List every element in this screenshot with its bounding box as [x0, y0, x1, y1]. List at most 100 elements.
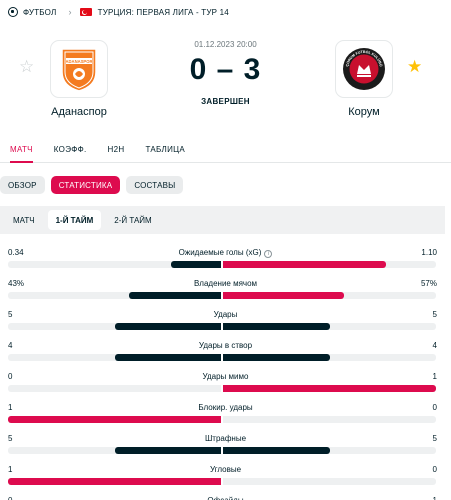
- match-score: 0 – 3: [189, 53, 262, 86]
- stat-labels: 5 Удары 5: [0, 310, 451, 319]
- stat-bar-home-fill: [114, 447, 221, 454]
- adanaspor-logo-icon: ADANASPOR: [61, 48, 97, 92]
- stat-name: Блокир. удары: [198, 403, 253, 412]
- stat-bar-away-track: [223, 292, 436, 299]
- subtab-overview[interactable]: ОБЗОР: [0, 176, 45, 194]
- stat-labels: 0.34 Ожидаемые голы (xG) i 1.10: [0, 248, 451, 258]
- home-team-logo[interactable]: ADANASPOR: [50, 40, 108, 98]
- stat-bar-away-track: [223, 385, 436, 392]
- subtab-lineups[interactable]: СОСТАВЫ: [126, 176, 184, 194]
- stat-row: 4 Удары в створ 4: [0, 337, 451, 368]
- chevron-right-icon: ›: [68, 7, 72, 17]
- period-first-half[interactable]: 1-Й ТАЙМ: [47, 210, 102, 230]
- stat-name: Ожидаемые голы (xG): [178, 248, 262, 257]
- stat-bar-home-fill: [129, 292, 221, 299]
- stat-labels: 4 Удары в створ 4: [0, 341, 451, 350]
- stat-labels: 43% Владение мячом 57%: [0, 279, 451, 288]
- corum-logo-icon: ÇORUM FUTBOL KULÜBÜ: [343, 48, 385, 90]
- stat-labels: 0 Удары мимо 1: [0, 372, 451, 381]
- home-team[interactable]: ADANASPOR Аданаспор: [34, 40, 124, 118]
- match-date: 01.12.2023 20:00: [194, 40, 257, 49]
- stat-name: Удары: [213, 310, 238, 319]
- stat-name-wrap: Блокир. удары: [0, 403, 451, 412]
- stat-bar-away-fill: [223, 447, 330, 454]
- soccer-ball-icon: [8, 7, 18, 17]
- away-team-name[interactable]: Корум: [319, 106, 409, 118]
- stat-labels: 1 Блокир. удары 0: [0, 403, 451, 412]
- stat-name-wrap: Удары: [0, 310, 451, 319]
- stat-bar-home-fill: [114, 354, 221, 361]
- stat-bar-home-track: [8, 292, 221, 299]
- stat-bar-home-track: [8, 354, 221, 361]
- stat-bar-home-track: [8, 416, 221, 423]
- home-team-name[interactable]: Аданаспор: [34, 106, 124, 118]
- subtab-statistics[interactable]: СТАТИСТИКА: [50, 176, 121, 194]
- period-match[interactable]: МАТЧ: [5, 210, 43, 230]
- stat-row: 1 Угловые 0: [0, 461, 451, 492]
- stat-bar-away-track: [223, 478, 436, 485]
- breadcrumb-competition[interactable]: ТУРЦИЯ: ПЕРВАЯ ЛИГА - ТУР 14: [98, 8, 229, 17]
- stat-name: Офсайды: [207, 496, 243, 500]
- stat-bar-away-fill: [223, 323, 330, 330]
- stat-bar-away-track: [223, 416, 436, 423]
- match-status: ЗАВЕРШЕН: [201, 97, 250, 106]
- stat-bar-home-track: [8, 478, 221, 485]
- stat-name: Владение мячом: [193, 279, 258, 288]
- stat-bar-away-fill: [223, 354, 330, 361]
- breadcrumb-sport[interactable]: ФУТБОЛ: [23, 8, 56, 17]
- stat-bar-away-fill: [223, 292, 345, 299]
- stat-name-wrap: Офсайды: [0, 496, 451, 500]
- favorite-star-icon-away[interactable]: ★: [407, 58, 422, 75]
- stat-name-wrap: Штрафные: [0, 434, 451, 443]
- stat-row: 5 Удары 5: [0, 306, 451, 337]
- favorite-star-icon-home[interactable]: ☆: [19, 58, 34, 75]
- turkey-flag-icon: [79, 8, 92, 16]
- match-header: ☆ ADANASPOR Аданаспор 01.12.2023 20:00 0…: [0, 34, 451, 122]
- stat-bar-home-track: [8, 447, 221, 454]
- tab-h2h[interactable]: H2H: [108, 136, 125, 162]
- stat-name-wrap: Ожидаемые голы (xG) i: [0, 248, 451, 258]
- stat-bar-home-fill: [170, 261, 221, 268]
- stat-name: Угловые: [209, 465, 242, 474]
- stat-row: 43% Владение мячом 57%: [0, 275, 451, 306]
- period-second-half[interactable]: 2-Й ТАЙМ: [106, 210, 159, 230]
- stat-bar-away-fill: [223, 385, 436, 392]
- stat-name-wrap: Угловые: [0, 465, 451, 474]
- stat-name-wrap: Удары в створ: [0, 341, 451, 350]
- away-team[interactable]: ÇORUM FUTBOL KULÜBÜ Корум: [319, 40, 409, 118]
- away-team-logo[interactable]: ÇORUM FUTBOL KULÜBÜ: [335, 40, 393, 98]
- stat-row: 0Офсайды1: [0, 492, 451, 500]
- stat-row: 5 Штрафные 5: [0, 430, 451, 461]
- stat-row: 0 Удары мимо 1: [0, 368, 451, 399]
- stat-name: Штрафные: [204, 434, 247, 443]
- tab-match[interactable]: МАТЧ: [10, 136, 33, 163]
- score-block: 01.12.2023 20:00 0 – 3 ЗАВЕРШЕН: [160, 40, 291, 106]
- stat-name: Удары в створ: [198, 341, 253, 350]
- tab-table[interactable]: ТАБЛИЦА: [145, 136, 185, 162]
- stat-bar-home-track: [8, 323, 221, 330]
- stat-bar-away-track: [223, 323, 436, 330]
- stat-row: 1 Блокир. удары 0: [0, 399, 451, 430]
- stat-bar-away-track: [223, 447, 436, 454]
- period-selector: МАТЧ 1-Й ТАЙМ 2-Й ТАЙМ: [0, 206, 445, 234]
- match-tabs: МАТЧ КОЭФФ. H2H ТАБЛИЦА: [0, 136, 451, 163]
- stat-labels: 0Офсайды1: [0, 496, 451, 500]
- stat-bar-home-track: [8, 261, 221, 268]
- stat-row: 0.34 Ожидаемые голы (xG) i 1.10: [0, 244, 451, 275]
- stat-bar-away-track: [223, 261, 436, 268]
- breadcrumb: ФУТБОЛ › ТУРЦИЯ: ПЕРВАЯ ЛИГА - ТУР 14: [0, 0, 451, 24]
- stat-labels: 5 Штрафные 5: [0, 434, 451, 443]
- stat-bar-away-fill: [223, 261, 386, 268]
- stat-labels: 1 Угловые 0: [0, 465, 451, 474]
- stat-name-wrap: Владение мячом: [0, 279, 451, 288]
- stat-name: Удары мимо: [202, 372, 249, 381]
- stat-bar-away-track: [223, 354, 436, 361]
- tab-odds[interactable]: КОЭФФ.: [54, 136, 87, 162]
- stat-bar-home-track: [8, 385, 221, 392]
- match-subtabs: ОБЗОР СТАТИСТИКА СОСТАВЫ: [0, 176, 189, 194]
- stat-bar-home-fill: [8, 416, 221, 423]
- info-icon[interactable]: i: [264, 250, 273, 258]
- stat-bar-home-fill: [8, 478, 221, 485]
- stat-bar-home-fill: [114, 323, 221, 330]
- home-logo-text: ADANASPOR: [66, 59, 93, 64]
